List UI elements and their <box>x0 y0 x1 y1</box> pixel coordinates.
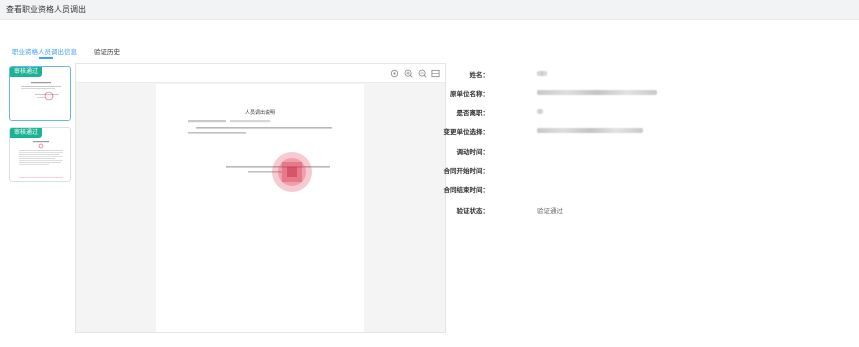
page-header: 查看职业资格人员调出 <box>0 0 859 20</box>
redacted-value <box>537 109 543 114</box>
field-label: 调动时间： <box>456 149 490 156</box>
field-original-unit: 原单位名称： <box>450 88 780 98</box>
document-page: 人员调出说明 <box>156 84 364 332</box>
document-scan-image: 人员调出说明 <box>188 109 332 192</box>
thumbnail-preview-image <box>21 82 61 101</box>
field-label: 合同开始时间： <box>443 168 490 175</box>
redacted-value <box>537 90 657 95</box>
field-label: 姓名： <box>469 72 490 79</box>
redacted-value <box>537 71 547 76</box>
field-label: 验证状态： <box>456 208 490 215</box>
page-title: 查看职业资格人员调出 <box>6 5 86 14</box>
approval-badge: 审核通过 <box>10 67 43 77</box>
approval-badge: 审核通过 <box>10 128 43 138</box>
tab-verification-history[interactable]: 验证历史 <box>94 46 120 56</box>
active-tab-indicator <box>39 57 53 59</box>
thumbnail-preview <box>15 76 67 120</box>
field-verification-status: 验证状态： 验证通过 <box>457 205 780 215</box>
field-new-unit: 变更单位选择： <box>444 126 780 136</box>
redacted-value <box>537 128 643 133</box>
field-resigned: 是否离职： <box>457 107 780 117</box>
verification-status-value: 验证通过 <box>537 208 563 215</box>
official-stamp <box>272 152 312 192</box>
field-transfer-time: 调动时间： <box>457 146 780 156</box>
field-name: 姓名： <box>460 69 780 79</box>
field-contract-start: 合同开始时间： <box>444 165 780 175</box>
field-label: 是否离职： <box>456 110 490 117</box>
field-label: 合同结束时间： <box>443 187 490 194</box>
field-label: 变更单位选择： <box>443 129 490 136</box>
document-thumbnail-1[interactable]: 审核通过 <box>9 66 71 121</box>
field-label: 原单位名称： <box>450 91 489 98</box>
tab-transfer-info[interactable]: 职业资格人员调出信息 <box>12 46 77 56</box>
thumbnail-preview <box>15 137 67 181</box>
document-viewer[interactable]: 人员调出说明 <box>75 63 446 333</box>
field-contract-end: 合同结束时间： <box>444 184 780 194</box>
thumbnail-preview-image <box>19 141 63 178</box>
document-title: 人员调出说明 <box>245 109 275 116</box>
document-thumbnail-2[interactable]: 审核通过 <box>9 127 71 182</box>
